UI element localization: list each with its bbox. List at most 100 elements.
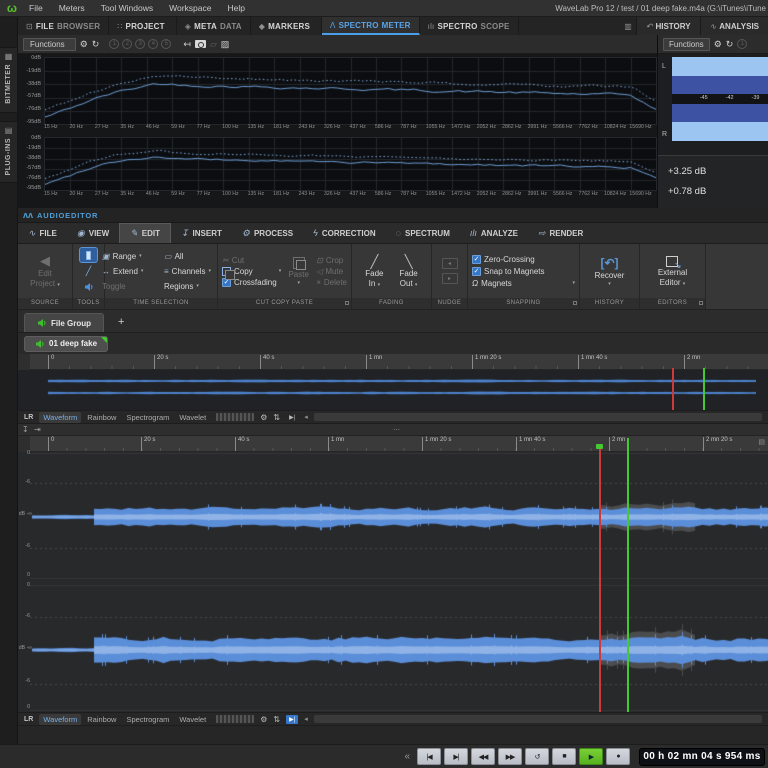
- select-all-button[interactable]: ▭All: [164, 249, 220, 264]
- mute-button[interactable]: ◁Mute: [316, 267, 347, 276]
- menu-item[interactable]: Help: [219, 0, 252, 17]
- preset-number-button[interactable]: 4: [148, 39, 158, 49]
- overview-waveform[interactable]: [18, 370, 756, 410]
- magnets-button[interactable]: ΩMagnets▾: [472, 279, 575, 288]
- view-tab[interactable]: Spectrogram: [122, 412, 173, 423]
- workspace-tab[interactable]: ⊡ FILE BROWSER: [18, 17, 109, 35]
- paste-button[interactable]: Paste ▾: [284, 247, 313, 295]
- panel-layout-icon[interactable]: ▥: [624, 22, 632, 31]
- copy-button[interactable]: Copy▾: [222, 267, 281, 276]
- panel-menu-icon[interactable]: ▤: [758, 438, 765, 446]
- regions-button[interactable]: Regions▾: [164, 279, 220, 294]
- preset-number-button[interactable]: 3: [135, 39, 145, 49]
- scene-icon[interactable]: ▨: [221, 38, 230, 50]
- preset-number-button[interactable]: 1: [737, 39, 747, 49]
- settings-gear-icon[interactable]: ⚙: [714, 38, 722, 50]
- view-tab[interactable]: Spectrogram: [122, 714, 173, 725]
- scroll-left-icon[interactable]: ◂: [304, 715, 308, 723]
- main-wave-area[interactable]: [18, 452, 768, 712]
- reset-icon[interactable]: ↻: [726, 38, 734, 50]
- snap-cursor-icon[interactable]: ⇥: [34, 425, 41, 434]
- ribbon-tab[interactable]: ◉ VIEW: [67, 223, 119, 243]
- view-splitter[interactable]: ↧ ⇥ ⋯: [18, 424, 768, 436]
- ribbon-tab[interactable]: ✎ EDIT: [119, 223, 171, 243]
- menu-item[interactable]: Meters: [51, 0, 93, 17]
- fade-in-button[interactable]: ╱ Fade In ▾: [361, 247, 387, 295]
- ribbon-tab[interactable]: ∿ FILE: [18, 223, 67, 243]
- go-to-start-icon[interactable]: |◀: [417, 748, 441, 765]
- crop-button[interactable]: ⊡Crop: [316, 256, 347, 265]
- overview-ruler[interactable]: 020 s40 s1 mn1 mn 20 s1 mn 40 s2 mn: [30, 354, 768, 370]
- spectrum-plot-upper[interactable]: [44, 57, 657, 125]
- view-tab[interactable]: Wavelet: [175, 714, 210, 725]
- rewind-icon[interactable]: ◀◀: [471, 748, 495, 765]
- file-tab[interactable]: 01 deep fake: [24, 336, 108, 352]
- loop-icon[interactable]: ↺: [525, 748, 549, 765]
- view-tab[interactable]: Wavelet: [175, 412, 210, 423]
- preset-number-button[interactable]: 2: [122, 39, 132, 49]
- fade-out-button[interactable]: ╲ Fade Out ▾: [396, 247, 422, 295]
- channels-button[interactable]: ≡Channels▾: [164, 264, 220, 279]
- ribbon-tab[interactable]: ılı ANALYZE: [460, 223, 528, 243]
- swap-channels-icon[interactable]: ⇅: [273, 413, 280, 422]
- preset-number-button[interactable]: 1: [109, 39, 119, 49]
- ribbon-tab[interactable]: ϟ CORRECTION: [303, 223, 386, 243]
- view-tab[interactable]: Waveform: [39, 412, 81, 423]
- workspace-tab[interactable]: ◆ MARKERS: [251, 17, 322, 35]
- workspace-tab[interactable]: Λ SPECTRO METER: [322, 17, 420, 35]
- clipboard-icon[interactable]: ▱: [210, 38, 217, 50]
- view-tab[interactable]: Waveform: [39, 714, 81, 725]
- ribbon-tab[interactable]: ↧ INSERT: [171, 223, 232, 243]
- view-tab[interactable]: Rainbow: [83, 412, 120, 423]
- horizontal-scrollbar[interactable]: [314, 413, 762, 421]
- ribbon-tab[interactable]: ◌ SPECTRUM: [386, 223, 460, 243]
- dialog-launcher-icon[interactable]: [573, 301, 577, 305]
- external-editor-button[interactable]: External Editor ▾: [654, 247, 691, 295]
- preset-number-button[interactable]: 5: [161, 39, 171, 49]
- workspace-tab[interactable]: ∷ PROJECT: [109, 17, 176, 35]
- ribbon-tab[interactable]: ⇨ RENDER: [528, 223, 593, 243]
- menu-item[interactable]: File: [21, 0, 51, 17]
- snap-to-magnets-checkbox[interactable]: ✓Snap to Magnets: [472, 267, 575, 276]
- add-file-group-button[interactable]: +: [112, 312, 130, 332]
- stop-icon[interactable]: ■: [552, 748, 576, 765]
- dock-tab-plugins[interactable]: ▤ PLUG-INS: [0, 121, 18, 183]
- channel-mode-label[interactable]: LR: [24, 414, 33, 421]
- pencil-tool-button[interactable]: ╱: [80, 264, 97, 278]
- record-icon[interactable]: ●: [606, 748, 630, 765]
- range-button[interactable]: ▣Range▾: [102, 249, 162, 264]
- menu-item[interactable]: Workspace: [161, 0, 219, 17]
- move-to-start-icon[interactable]: ↤: [183, 38, 191, 50]
- edit-cursor[interactable]: [627, 438, 629, 712]
- go-to-end-icon[interactable]: ▶|: [444, 748, 468, 765]
- horizontal-scrollbar[interactable]: [314, 715, 762, 723]
- playback-cursor[interactable]: [599, 444, 601, 712]
- workspace-tab[interactable]: ◈ META DATA: [177, 17, 251, 35]
- file-group-tab[interactable]: File Group: [24, 313, 104, 332]
- ribbon-tab[interactable]: ⚙ PROCESS: [232, 223, 303, 243]
- time-display[interactable]: 00 h 02 mn 04 s 954 ms: [639, 748, 765, 766]
- delete-button[interactable]: ×Delete: [316, 278, 347, 287]
- snapshot-camera-icon[interactable]: [195, 40, 206, 48]
- nudge-left-button[interactable]: ◂: [442, 258, 458, 269]
- play-icon[interactable]: ▶: [579, 748, 603, 765]
- cut-button[interactable]: ✂Cut: [222, 256, 281, 265]
- time-format-icon[interactable]: ↧: [22, 425, 29, 434]
- workspace-tab[interactable]: ∿ ANALYSIS: [700, 17, 768, 35]
- view-tab[interactable]: Rainbow: [83, 714, 120, 725]
- fast-forward-icon[interactable]: ▶▶: [498, 748, 522, 765]
- settings-gear-icon[interactable]: ⚙: [260, 413, 267, 422]
- main-waveform[interactable]: [30, 452, 768, 712]
- zero-crossing-checkbox[interactable]: ✓Zero-Crossing: [472, 255, 575, 264]
- time-selection-tool-button[interactable]: [80, 248, 97, 262]
- dock-tab-bitmeter[interactable]: ▦ BITMETER: [0, 47, 18, 113]
- extend-button[interactable]: ↔Extend▾: [102, 264, 162, 279]
- menu-item[interactable]: Tool Windows: [93, 0, 161, 17]
- recover-button[interactable]: [↶] Recover ▾: [591, 247, 629, 295]
- settings-gear-icon[interactable]: ⚙: [260, 715, 267, 724]
- settings-gear-icon[interactable]: ⚙: [80, 38, 88, 50]
- workspace-tab[interactable]: ↶ HISTORY: [636, 17, 700, 35]
- toggle-button[interactable]: Toggle: [102, 279, 162, 294]
- play-from-here-icon[interactable]: ▶|: [286, 413, 298, 422]
- dialog-launcher-icon[interactable]: [699, 301, 703, 305]
